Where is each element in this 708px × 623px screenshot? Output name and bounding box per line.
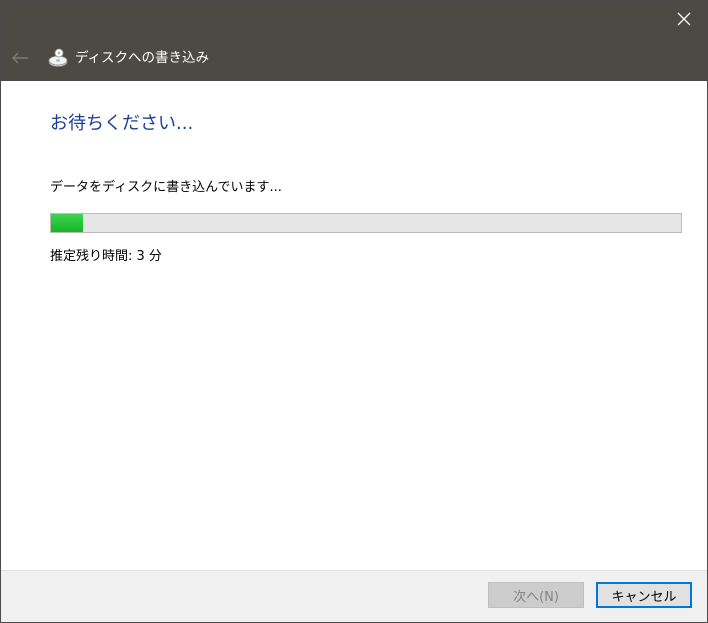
window-title: ディスクへの書き込み	[75, 50, 210, 66]
progress-bar	[50, 213, 682, 233]
back-arrow-icon	[12, 52, 28, 64]
cancel-button[interactable]: キャンセル	[596, 582, 692, 608]
disc-burn-icon	[48, 48, 68, 67]
title-bar: ディスクへの書き込み	[1, 1, 707, 81]
page-heading: お待ちください...	[50, 113, 194, 134]
disc-burn-dialog: ディスクへの書き込み お待ちください... データをディスクに書き込んでいます.…	[0, 0, 708, 623]
close-icon	[677, 12, 691, 26]
close-button[interactable]	[661, 1, 707, 37]
dialog-footer: 次へ(N) キャンセル	[1, 570, 707, 622]
next-button[interactable]: 次へ(N)	[488, 582, 584, 608]
back-button[interactable]	[7, 45, 33, 71]
status-message: データをディスクに書き込んでいます...	[50, 180, 282, 195]
progress-bar-fill	[51, 214, 83, 232]
time-remaining-label: 推定残り時間: 3 分	[50, 249, 162, 264]
